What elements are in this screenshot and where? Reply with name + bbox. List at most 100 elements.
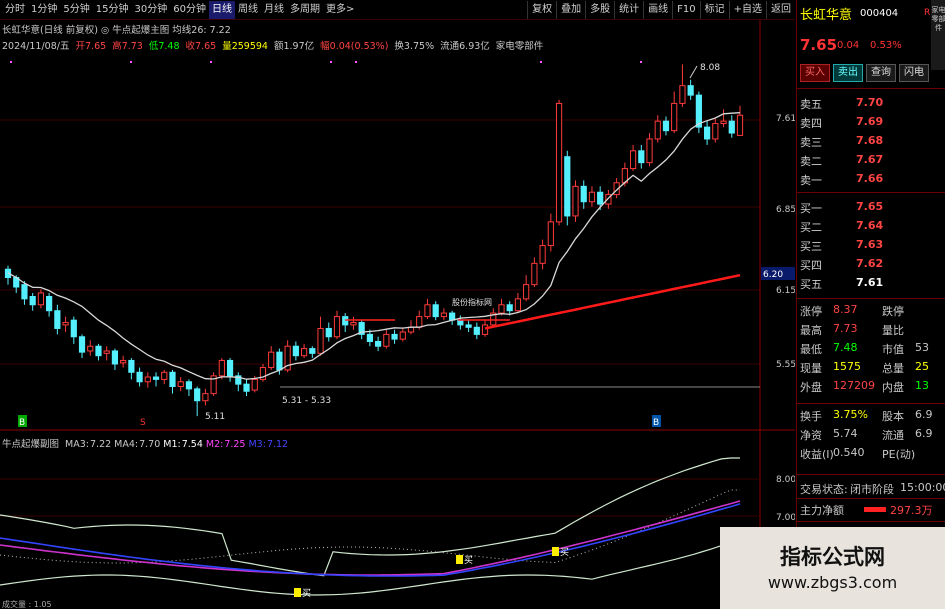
sub-chart-title: 牛点起爆副图 — [2, 439, 60, 450]
timeframe-bar: 分时 1分钟 5分钟 15分钟 30分钟 60分钟 日线 周线 月线 多周期 更多> — [0, 0, 357, 19]
candle-down — [432, 304, 439, 318]
buy-order-row[interactable]: 买五 7.61 — [800, 276, 940, 292]
stat-value: 5.74 — [833, 427, 858, 440]
candle-up — [712, 123, 719, 140]
stat-value: 3.75% — [833, 408, 868, 421]
top-marker-dot — [10, 61, 12, 63]
timeframe-tab[interactable]: 15分钟 — [93, 1, 132, 19]
candle-up — [481, 324, 489, 335]
candle-down — [95, 345, 102, 357]
candle-down — [728, 120, 735, 134]
sell-order-row[interactable]: 卖四 7.69 — [800, 115, 940, 131]
top-markers — [10, 61, 642, 63]
candle-up — [383, 333, 390, 347]
stat-label: 量比 — [882, 324, 904, 337]
price-change: 0.04 — [837, 40, 860, 51]
stat-label: 内盘 — [882, 381, 904, 394]
candle-up — [62, 322, 69, 326]
timeframe-tab[interactable]: 60分钟 — [170, 1, 209, 19]
order-level-label: 买二 — [800, 221, 822, 234]
stat-value: 7.73 — [833, 322, 858, 335]
sell-order-row[interactable]: 卖一 7.66 — [800, 172, 940, 188]
buy-signal-text: 买 — [464, 555, 473, 566]
candle-up — [317, 327, 324, 354]
candle-down — [276, 351, 283, 371]
candle-up — [555, 102, 563, 223]
sell-button[interactable]: 卖出 — [833, 64, 863, 82]
timeframe-tab[interactable]: 分时 — [2, 1, 28, 19]
sell-order-row[interactable]: 卖五 7.70 — [800, 96, 940, 112]
query-button[interactable]: 查询 — [866, 64, 896, 82]
order-price: 7.68 — [856, 134, 884, 147]
candle-down — [449, 312, 456, 321]
candle-down — [391, 333, 398, 340]
main-flow-value: 297.3万 — [890, 504, 933, 517]
candle-down — [128, 359, 135, 373]
marker-b-left: B — [19, 418, 25, 428]
order-price: 7.62 — [856, 257, 884, 270]
timeframe-tab[interactable]: 多周期 — [287, 1, 323, 19]
candle-up — [679, 85, 686, 104]
candle-up — [268, 351, 275, 369]
toolbar-button[interactable]: +自选 — [728, 1, 766, 19]
divider — [797, 192, 945, 193]
candle-up — [498, 304, 505, 314]
buy-button[interactable]: 买入 — [800, 64, 830, 82]
candle-up — [646, 138, 653, 164]
flash-button[interactable]: 闪电 — [899, 64, 929, 82]
toolbar-button[interactable]: 返回 — [766, 1, 795, 19]
toolbar-button[interactable]: 复权 — [527, 1, 556, 19]
timeframe-tab[interactable]: 更多> — [323, 1, 357, 19]
timeframe-tab[interactable]: 月线 — [261, 1, 287, 19]
toolbar-button[interactable]: 画线 — [643, 1, 672, 19]
toolbar-button[interactable]: 统计 — [614, 1, 643, 19]
industry-side-tab[interactable]: 家电零部件 — [931, 0, 945, 70]
buy-signal-block — [456, 555, 463, 564]
stat-value: 0.540 — [833, 446, 865, 459]
timeframe-tab[interactable]: 5分钟 — [60, 1, 92, 19]
buy-order-row[interactable]: 买二 7.64 — [800, 219, 940, 235]
stat-row: 最高 7.73 量比 — [800, 322, 945, 338]
candle-down — [564, 156, 571, 217]
order-level-label: 买五 — [800, 278, 822, 291]
timeframe-tab[interactable]: 周线 — [235, 1, 261, 19]
sell-order-row[interactable]: 卖二 7.67 — [800, 153, 940, 169]
toolbar-button[interactable]: 多股 — [585, 1, 614, 19]
candle-up — [161, 371, 168, 380]
order-level-label: 卖二 — [800, 155, 822, 168]
stat-label: 总量 — [882, 362, 904, 375]
stat-label: 最高 — [800, 324, 822, 337]
timeframe-tab[interactable]: 日线 — [208, 0, 235, 19]
marker-b-right: B — [653, 418, 659, 428]
order-price: 7.64 — [856, 219, 884, 232]
buy-signal-text: 买 — [560, 547, 569, 558]
candle-down — [152, 376, 160, 380]
sell-order-row[interactable]: 卖三 7.68 — [800, 134, 940, 150]
stat-label: 跌停 — [882, 305, 904, 318]
candle-up — [547, 221, 554, 247]
stat-label: 市值 — [882, 343, 904, 356]
timeframe-tab[interactable]: 1分钟 — [28, 1, 60, 19]
toolbar-button[interactable]: F10 — [672, 1, 699, 19]
order-level-label: 买三 — [800, 240, 822, 253]
buy-order-row[interactable]: 买三 7.63 — [800, 238, 940, 254]
stat-label: PE(动) — [882, 448, 916, 461]
toolbar-button[interactable]: 标记 — [699, 1, 729, 19]
trade-status-value: 闭市阶段 — [850, 483, 894, 496]
watermark-title: 指标公式网 — [780, 545, 885, 569]
timeframe-tab[interactable]: 30分钟 — [131, 1, 170, 19]
order-level-label: 卖四 — [800, 117, 822, 130]
candle-down — [473, 326, 480, 335]
chart-area[interactable]: 长虹华意(日线 前复权) ◎ 牛点起爆主图 均线26: 7.22 2024/11… — [0, 20, 795, 609]
buy-order-row[interactable]: 买四 7.62 — [800, 257, 940, 273]
order-price: 7.67 — [856, 153, 884, 166]
r-mark: R — [924, 8, 931, 18]
toolbar-button[interactable]: 叠加 — [556, 1, 585, 19]
stock-name: 长虹华意 — [800, 8, 853, 23]
legend-label: M1: — [163, 439, 181, 450]
buy-order-row[interactable]: 买一 7.65 — [800, 200, 940, 216]
sub-purple-line — [0, 500, 741, 576]
legend-label: MA4: — [114, 439, 139, 450]
order-price: 7.70 — [856, 96, 884, 109]
sub-axis-tick: 7.00 — [776, 513, 795, 523]
